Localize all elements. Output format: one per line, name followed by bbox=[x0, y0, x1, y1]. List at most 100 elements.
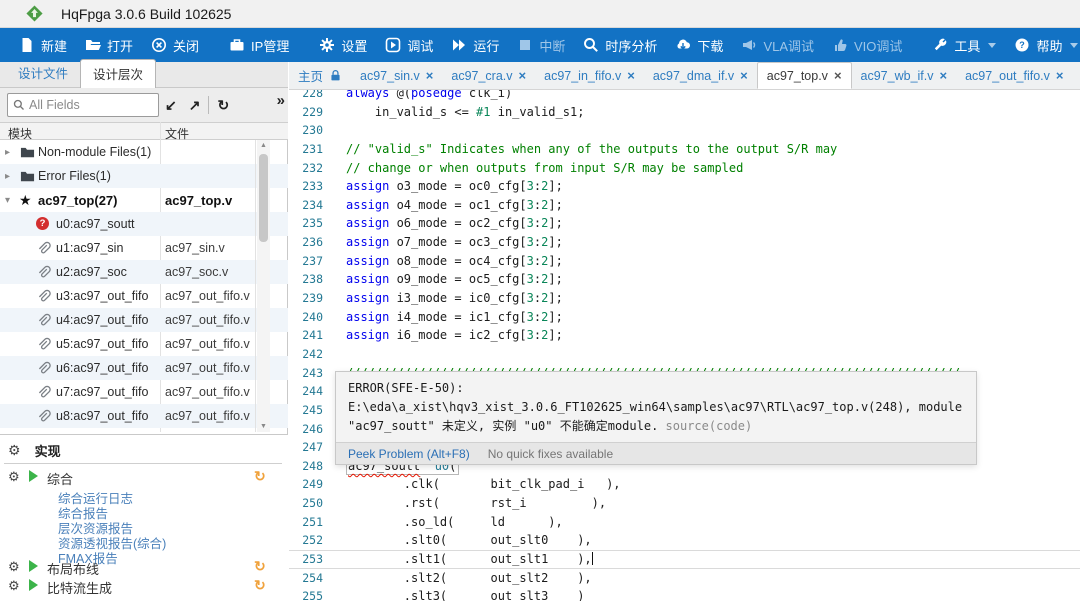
toolbar-item-ip[interactable]: IP管理 bbox=[220, 28, 298, 62]
flow-step-布局布线[interactable]: ⚙ 布局布线 ↻ bbox=[0, 559, 288, 575]
code-line-235[interactable]: 235assign o6_mode = oc2_cfg[3:2]; bbox=[289, 214, 1080, 233]
code-line-240[interactable]: 240assign i4_mode = ic1_cfg[3:2]; bbox=[289, 308, 1080, 327]
editor-tab-主页[interactable]: 主页 bbox=[289, 62, 351, 89]
run-step-icon[interactable] bbox=[29, 579, 38, 591]
flow-step-label[interactable]: 综合 bbox=[47, 469, 73, 488]
tree-row-ac97_top(27)[interactable]: ▾★ac97_top(27)ac97_top.v bbox=[0, 188, 288, 212]
code-line-249[interactable]: 249 .clk( bit_clk_pad_i ), bbox=[289, 475, 1080, 494]
scroll-down-icon[interactable]: ▼ bbox=[257, 423, 270, 430]
code-line-237[interactable]: 237assign o8_mode = oc4_cfg[3:2]; bbox=[289, 252, 1080, 271]
tree-row-u2:ac97_soc[interactable]: u2:ac97_socac97_soc.v bbox=[0, 260, 288, 284]
editor-tab-ac97_out_fifo.v[interactable]: ac97_out_fifo.v× bbox=[956, 62, 1072, 89]
code-line-234[interactable]: 234assign o4_mode = oc1_cfg[3:2]; bbox=[289, 196, 1080, 215]
search-input[interactable] bbox=[29, 98, 149, 112]
close-tab-icon[interactable]: × bbox=[940, 68, 948, 83]
editor-tab-ac97_top.v[interactable]: ac97_top.v× bbox=[757, 62, 852, 89]
code-view[interactable]: 228always @(posedge clk_i)229 in_valid_s… bbox=[289, 84, 1080, 601]
tree-row-u8:ac97_out_fifo[interactable]: u8:ac97_out_fifoac97_out_fifo.v bbox=[0, 404, 288, 428]
toolbar-item-settings[interactable]: 设置 bbox=[310, 28, 376, 62]
tree-row-u1:ac97_sin[interactable]: u1:ac97_sinac97_sin.v bbox=[0, 236, 288, 260]
tree-row-u5:ac97_out_fifo[interactable]: u5:ac97_out_fifoac97_out_fifo.v bbox=[0, 332, 288, 356]
toolbar-item-tools[interactable]: 工具 bbox=[923, 28, 1005, 62]
run-step-icon[interactable] bbox=[29, 560, 38, 572]
close-tab-icon[interactable]: × bbox=[426, 68, 434, 83]
chevron-right-icon[interactable]: ▸ bbox=[5, 171, 10, 182]
tree-row-u6:ac97_out_fifo[interactable]: u6:ac97_out_fifoac97_out_fifo.v bbox=[0, 356, 288, 380]
expand-all-icon[interactable]: ↗ bbox=[183, 97, 207, 114]
toolbar-item-download[interactable]: 下载 bbox=[666, 28, 732, 62]
code-line-231[interactable]: 231// "valid_s" Indicates when any of th… bbox=[289, 140, 1080, 159]
code-line-253[interactable]: 253 .slt1( out_slt1 ), bbox=[289, 550, 1080, 569]
tree-row-Error Files(1)[interactable]: ▸Error Files(1) bbox=[0, 164, 288, 188]
editor-tab-ac97_int.v[interactable]: ac97_int.v× bbox=[1072, 62, 1080, 89]
chevron-down-icon[interactable]: ▾ bbox=[5, 195, 10, 206]
code-line-255[interactable]: 255 .slt3( out_slt3 ) bbox=[289, 587, 1080, 601]
gear-icon[interactable]: ⚙ bbox=[8, 469, 20, 485]
gear-icon bbox=[319, 37, 335, 53]
close-tab-icon[interactable]: × bbox=[627, 68, 635, 83]
flow-step-label[interactable]: 布局布线 bbox=[47, 559, 99, 578]
code-line-251[interactable]: 251 .so_ld( ld ), bbox=[289, 513, 1080, 532]
toolbar-item-help[interactable]: ?帮助 bbox=[1005, 28, 1080, 62]
scroll-up-icon[interactable]: ▲ bbox=[257, 142, 270, 149]
flow-step-label[interactable]: 比特流生成 bbox=[47, 578, 112, 597]
refresh-icon[interactable]: ↻ bbox=[211, 97, 235, 114]
code-line-254[interactable]: 254 .slt2( out_slt2 ), bbox=[289, 569, 1080, 588]
toolbar-item-timing[interactable]: 时序分析 bbox=[574, 28, 666, 62]
editor-tab-ac97_wb_if.v[interactable]: ac97_wb_if.v× bbox=[852, 62, 957, 89]
editor-tab-ac97_cra.v[interactable]: ac97_cra.v× bbox=[442, 62, 535, 89]
toolbar-item-close[interactable]: 关闭 bbox=[142, 28, 208, 62]
close-tab-icon[interactable]: × bbox=[519, 68, 527, 83]
tree-row-u3:ac97_out_fifo[interactable]: u3:ac97_out_fifoac97_out_fifo.v bbox=[0, 284, 288, 308]
code-line-241[interactable]: 241assign i6_mode = ic2_cfg[3:2]; bbox=[289, 326, 1080, 345]
close-tab-icon[interactable]: × bbox=[740, 68, 748, 83]
peek-problem-link[interactable]: Peek Problem (Alt+F8) bbox=[348, 447, 470, 461]
code-line-252[interactable]: 252 .slt0( out_slt0 ), bbox=[289, 531, 1080, 550]
rerun-icon[interactable]: ↻ bbox=[254, 468, 266, 485]
gear-icon[interactable]: ⚙ bbox=[8, 578, 20, 594]
close-tab-icon[interactable]: × bbox=[834, 68, 842, 83]
panel-overflow-icon[interactable]: » bbox=[277, 92, 285, 109]
editor-tab-ac97_sin.v[interactable]: ac97_sin.v× bbox=[351, 62, 442, 89]
chevron-right-icon[interactable]: ▸ bbox=[5, 147, 10, 158]
tree-row-u7:ac97_out_fifo[interactable]: u7:ac97_out_fifoac97_out_fifo.v bbox=[0, 380, 288, 404]
code-line-239[interactable]: 239assign i3_mode = ic0_cfg[3:2]; bbox=[289, 289, 1080, 308]
source-link[interactable]: source(code) bbox=[666, 419, 753, 433]
line-number: 236 bbox=[289, 233, 323, 252]
code-line-233[interactable]: 233assign o3_mode = oc0_cfg[3:2]; bbox=[289, 177, 1080, 196]
report-link-资源透视报告(综合)[interactable]: 资源透视报告(综合) bbox=[58, 533, 258, 548]
report-link-综合报告[interactable]: 综合报告 bbox=[58, 503, 258, 518]
rerun-icon[interactable]: ↻ bbox=[254, 577, 266, 594]
left-tab-设计层次[interactable]: 设计层次 bbox=[80, 59, 156, 88]
close-tab-icon[interactable]: × bbox=[1056, 68, 1064, 83]
code-line-242[interactable]: 242 bbox=[289, 345, 1080, 364]
gear-icon[interactable]: ⚙ bbox=[8, 442, 21, 459]
tree-row-Non-module Files(1)[interactable]: ▸Non-module Files(1) bbox=[0, 140, 288, 164]
rerun-icon[interactable]: ↻ bbox=[254, 558, 266, 575]
code-line-229[interactable]: 229 in_valid_s <= #1 in_valid_s1; bbox=[289, 103, 1080, 122]
editor-tab-ac97_dma_if.v[interactable]: ac97_dma_if.v× bbox=[644, 62, 757, 89]
tree-row-u4:ac97_out_fifo[interactable]: u4:ac97_out_fifoac97_out_fifo.v bbox=[0, 308, 288, 332]
tree-scrollbar[interactable]: ▲ ▼ bbox=[257, 140, 270, 432]
report-link-综合运行日志[interactable]: 综合运行日志 bbox=[58, 488, 258, 503]
code-line-238[interactable]: 238assign o9_mode = oc5_cfg[3:2]; bbox=[289, 270, 1080, 289]
left-tab-设计文件[interactable]: 设计文件 bbox=[6, 59, 80, 87]
toolbar-item-debug[interactable]: 调试 bbox=[376, 28, 442, 62]
flow-step-比特流生成[interactable]: ⚙ 比特流生成 ↻ bbox=[0, 578, 288, 594]
editor-tab-ac97_in_fifo.v[interactable]: ac97_in_fifo.v× bbox=[535, 62, 644, 89]
code-line-230[interactable]: 230 bbox=[289, 121, 1080, 140]
toolbar-item-new[interactable]: 新建 bbox=[10, 28, 76, 62]
code-line-232[interactable]: 232// change or when outputs from input … bbox=[289, 159, 1080, 178]
collapse-all-icon[interactable]: ↙ bbox=[159, 97, 183, 114]
flow-step-综合[interactable]: ⚙ 综合 ↻ bbox=[0, 469, 288, 485]
report-link-层次资源报告[interactable]: 层次资源报告 bbox=[58, 518, 258, 533]
toolbar-item-run[interactable]: 运行 bbox=[442, 28, 508, 62]
run-step-icon[interactable] bbox=[29, 470, 38, 482]
design-tree: ▸Non-module Files(1)▸Error Files(1)▾★ac9… bbox=[0, 140, 288, 432]
code-line-250[interactable]: 250 .rst( rst_i ), bbox=[289, 494, 1080, 513]
toolbar-item-open[interactable]: 打开 bbox=[76, 28, 142, 62]
tree-row-u0:ac97_soutt[interactable]: ?u0:ac97_soutt bbox=[0, 212, 288, 236]
scroll-thumb[interactable] bbox=[259, 154, 268, 242]
gear-icon[interactable]: ⚙ bbox=[8, 559, 20, 575]
code-line-236[interactable]: 236assign o7_mode = oc3_cfg[3:2]; bbox=[289, 233, 1080, 252]
